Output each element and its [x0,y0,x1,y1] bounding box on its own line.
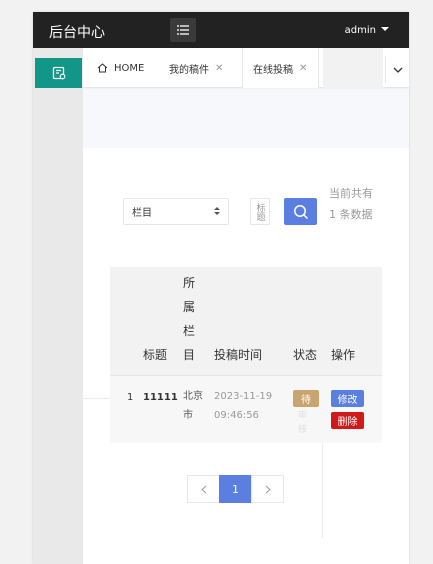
divider [83,398,110,399]
tab-bar-empty [323,48,383,88]
document-icon [52,66,65,80]
search-icon [293,204,308,219]
select-arrows-icon [214,207,220,215]
tab-home-label: HOME [114,62,145,74]
category-select[interactable]: 栏目 [123,198,229,225]
category-select-value: 栏目 [132,208,152,219]
column-time: 投稿时间 [214,348,263,362]
row-index: 1 [127,392,134,403]
app-title: 后台中心 [49,25,105,41]
edit-button[interactable]: 修改 [331,390,364,407]
chevron-left-icon [200,485,206,493]
status-badge-overflow: 审核 [298,411,308,435]
chevron-right-icon [265,485,271,493]
tab-more-button[interactable] [385,56,409,83]
prev-page-button[interactable] [187,475,220,503]
home-icon [97,63,108,73]
main-content: 栏目 标题 当前共有 1 条数据 标题 所属栏目 投稿时间 状态 操作 1 11… [83,148,409,564]
column-index [110,267,140,375]
next-page-button[interactable] [251,475,284,503]
close-icon[interactable]: ✕ [215,63,223,74]
user-name: admin [344,25,376,36]
row-time: 2023-11-19 09:46:56 [214,391,273,421]
list-icon [177,25,189,35]
tab-bar: HOME 我的稿件 ✕ 在线投稿 ✕ [83,48,409,88]
chevron-down-icon [393,67,402,73]
title-search-input[interactable]: 标题 [250,198,270,225]
caret-down-icon [381,27,389,31]
top-bar: 后台中心 admin [33,12,409,48]
app-window: 后台中心 admin HOME 我的稿件 ✕ 在线投稿 ✕ 栏目 标题 当前共有… [33,12,409,564]
search-button[interactable] [284,198,317,225]
column-category: 所属栏目 [183,276,196,362]
close-icon[interactable]: ✕ [299,63,307,74]
manuscript-table: 标题 所属栏目 投稿时间 状态 操作 1 11111 北京市 2023-11-1… [110,267,382,443]
tab-online-submit[interactable]: 在线投稿 ✕ [242,48,319,88]
column-status: 状态 [293,348,318,362]
tab-my-manuscripts-label: 我的稿件 [169,64,209,76]
sidebar-item-manuscript[interactable] [35,58,82,88]
row-category: 北京市 [183,391,203,421]
menu-toggle-button[interactable] [170,18,196,42]
column-title: 标题 [143,348,168,362]
tab-home[interactable]: HOME [97,56,144,80]
user-menu[interactable]: admin [345,25,389,36]
sub-header [83,89,409,148]
record-count: 当前共有 1 条数据 [329,187,373,221]
page-number-current[interactable]: 1 [219,475,252,503]
status-badge: 待 [293,390,319,407]
tab-online-submit-label: 在线投稿 [253,64,293,76]
row-title: 11111 [143,392,178,403]
delete-button[interactable]: 删除 [331,412,364,429]
table-header: 标题 所属栏目 投稿时间 状态 操作 [110,267,382,375]
pagination: 1 [187,475,284,503]
column-actions: 操作 [331,348,356,362]
sidebar [33,48,83,564]
divider [322,443,323,538]
table-row: 1 11111 北京市 2023-11-19 09:46:56 待 审核 修改 … [110,375,382,443]
tab-my-manuscripts[interactable]: 我的稿件 ✕ [169,56,223,80]
